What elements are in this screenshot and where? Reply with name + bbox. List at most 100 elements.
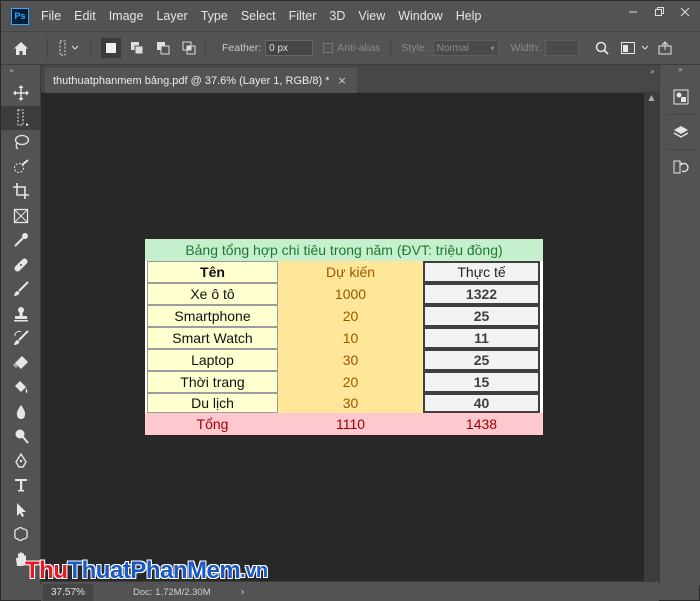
paint-bucket-icon[interactable] <box>1 375 41 400</box>
status-menu-arrow[interactable]: › <box>241 587 245 598</box>
divider <box>47 37 48 59</box>
menu-filter[interactable]: Filter <box>289 9 317 23</box>
total-label: Tổng <box>196 416 229 432</box>
path-selection-icon[interactable] <box>1 498 41 523</box>
chevron-down-icon[interactable] <box>639 36 651 60</box>
eraser-icon[interactable] <box>1 351 41 376</box>
eyedropper-icon[interactable] <box>1 228 41 253</box>
total-plan: 1110 <box>335 416 366 432</box>
row-plan: 10 <box>278 327 423 349</box>
quick-selection-icon[interactable] <box>1 155 41 180</box>
clone-stamp-icon[interactable] <box>1 302 41 327</box>
pen-tool-icon[interactable] <box>1 449 41 474</box>
watermark-part-3: .vn <box>240 559 268 582</box>
menu-file[interactable]: File <box>41 9 61 23</box>
shape-tool-icon[interactable] <box>1 522 41 547</box>
table-image: Bảng tổng hợp chi tiêu trong năm (ĐVT: t… <box>145 239 543 435</box>
frame-tool-icon[interactable] <box>1 204 41 229</box>
row-actual: 1322 <box>423 283 540 305</box>
watermark-part-1: Thu <box>25 557 68 584</box>
row-plan: 30 <box>278 349 423 371</box>
feather-input[interactable]: 0 px <box>265 40 314 56</box>
row-actual: 15 <box>423 371 540 393</box>
menu-view[interactable]: View <box>358 9 385 23</box>
feather-label: Feather: <box>222 42 262 54</box>
menu-help[interactable]: Help <box>456 9 482 23</box>
header-actual: Thực tế <box>423 261 540 283</box>
move-tool-icon[interactable] <box>1 81 41 106</box>
row-plan: 30 <box>278 393 423 413</box>
row-name: Xe ô tô <box>147 283 278 305</box>
document-info[interactable]: Doc: 1.72M/2.30M <box>133 587 211 598</box>
table-title: Bảng tổng hợp chi tiêu trong năm (ĐVT: t… <box>145 239 543 261</box>
row-name: Smart Watch <box>147 327 278 349</box>
close-icon[interactable] <box>675 4 695 20</box>
menu-type[interactable]: Type <box>201 9 228 23</box>
row-plan: 20 <box>278 305 423 327</box>
intersect-selection-icon[interactable] <box>179 38 199 58</box>
collapse-dock-button[interactable]: » <box>660 65 700 75</box>
blur-tool-icon[interactable] <box>1 400 41 425</box>
collapse-toolbar-button[interactable]: » <box>1 65 40 77</box>
lasso-tool-icon[interactable] <box>1 130 41 155</box>
divider <box>205 37 206 59</box>
menu-layer[interactable]: Layer <box>156 9 187 23</box>
new-selection-icon[interactable] <box>101 38 121 58</box>
home-icon[interactable] <box>1 36 41 60</box>
row-actual: 25 <box>423 349 540 371</box>
header-plan: Dự kiến <box>278 261 423 283</box>
add-to-selection-icon[interactable] <box>127 38 147 58</box>
document-tab-title: thuthuatphanmem bảng.pdf @ 37.6% (Layer … <box>53 74 330 87</box>
close-tab-icon[interactable]: × <box>338 74 347 87</box>
photoshop-window: Ps File Edit Image Layer Type Select Fil… <box>0 0 700 601</box>
style-label: Style: <box>401 42 428 54</box>
document-tab-bar: thuthuatphanmem bảng.pdf @ 37.6% (Layer … <box>41 65 659 93</box>
divider <box>665 114 696 115</box>
color-panel-icon[interactable] <box>660 83 700 111</box>
watermark-part-2: ThuatPhanMem <box>67 557 241 584</box>
search-icon[interactable] <box>591 36 613 60</box>
type-tool-icon[interactable] <box>1 473 41 498</box>
antialias-checkbox[interactable] <box>323 43 334 53</box>
healing-brush-icon[interactable] <box>1 253 41 278</box>
minimize-icon[interactable] <box>623 4 643 20</box>
style-select[interactable]: Normal ▾ <box>432 40 499 56</box>
app-logo: Ps <box>11 7 29 25</box>
tool-preset-picker[interactable] <box>54 36 84 60</box>
row-name: Smartphone <box>147 305 278 327</box>
antialias-label: Anti-alias <box>337 42 381 54</box>
width-input[interactable] <box>545 40 580 56</box>
row-name: Laptop <box>147 349 278 371</box>
restore-icon[interactable] <box>649 4 669 20</box>
layers-panel-icon[interactable] <box>660 118 700 146</box>
style-value: Normal <box>436 42 469 54</box>
history-brush-icon[interactable] <box>1 326 41 351</box>
row-name: Thời trang <box>147 371 278 393</box>
menu-edit[interactable]: Edit <box>74 9 96 23</box>
site-watermark: Thu ThuatPhanMem .vn <box>25 557 268 585</box>
menu-select[interactable]: Select <box>241 9 276 23</box>
subtract-from-selection-icon[interactable] <box>153 38 173 58</box>
divider <box>665 149 696 150</box>
brush-tool-icon[interactable] <box>1 277 41 302</box>
marquee-tool-icon[interactable] <box>1 105 41 130</box>
menu-3d[interactable]: 3D <box>329 9 345 23</box>
options-bar: Feather: 0 px Anti-alias Style: Normal ▾… <box>1 32 700 65</box>
zoom-level-field[interactable]: 37.57% <box>43 583 93 601</box>
workspace-icon[interactable] <box>617 36 639 60</box>
menu-image[interactable]: Image <box>109 9 144 23</box>
share-icon[interactable] <box>655 36 675 60</box>
menu-window[interactable]: Window <box>398 9 442 23</box>
row-actual: 25 <box>423 305 540 327</box>
window-controls <box>623 4 695 20</box>
history-panel-icon[interactable] <box>660 153 700 181</box>
document-tab[interactable]: thuthuatphanmem bảng.pdf @ 37.6% (Layer … <box>45 68 357 93</box>
row-plan: 20 <box>278 371 423 393</box>
scroll-up-icon[interactable]: ▲ <box>644 93 659 102</box>
vertical-scrollbar[interactable]: ▲ <box>644 93 659 581</box>
tools-panel: » <box>1 65 41 585</box>
dodge-tool-icon[interactable] <box>1 424 41 449</box>
crop-tool-icon[interactable] <box>1 179 41 204</box>
divider <box>90 37 91 59</box>
collapse-panels-button[interactable]: » <box>650 67 655 76</box>
